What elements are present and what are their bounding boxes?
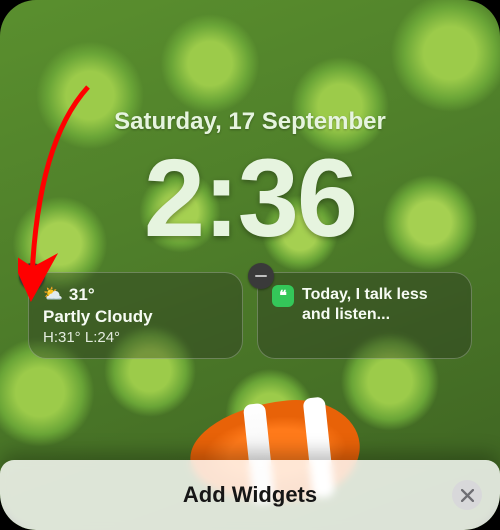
- remove-widget-button[interactable]: [248, 263, 274, 289]
- sun-cloud-icon: ⛅: [43, 287, 63, 303]
- add-widgets-sheet[interactable]: Add Widgets: [0, 460, 500, 530]
- close-icon: [461, 489, 474, 502]
- weather-hi-lo: H:31° L:24°: [43, 329, 228, 346]
- lock-screen-editor: Saturday, 17 September 2:36 ⛅ 31° Partly…: [0, 0, 500, 530]
- quote-app-icon: ❝: [272, 285, 294, 307]
- weather-condition: Partly Cloudy: [43, 307, 228, 327]
- quote-widget[interactable]: ❝ Today, I talk less and listen...: [257, 272, 472, 359]
- weather-widget[interactable]: ⛅ 31° Partly Cloudy H:31° L:24°: [28, 272, 243, 359]
- sheet-title: Add Widgets: [183, 482, 317, 508]
- minus-icon: [255, 275, 267, 278]
- weather-temp: 31°: [69, 285, 95, 305]
- remove-widget-button[interactable]: [19, 263, 45, 289]
- quote-text: Today, I talk less and listen...: [302, 285, 457, 325]
- widget-row: ⛅ 31° Partly Cloudy H:31° L:24° ❝ Today,…: [0, 272, 500, 359]
- lockscreen-clock[interactable]: 2:36: [0, 144, 500, 254]
- lockscreen-date[interactable]: Saturday, 17 September: [0, 0, 500, 136]
- minus-icon: [26, 275, 38, 278]
- close-sheet-button[interactable]: [452, 480, 482, 510]
